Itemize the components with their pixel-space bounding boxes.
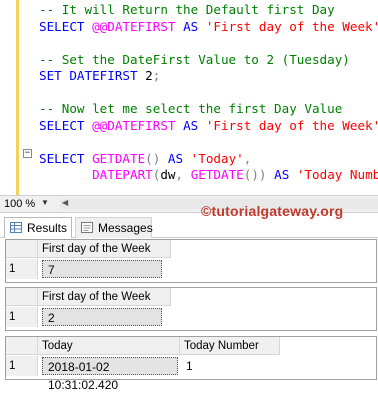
code-line[interactable]: -- Now let me select the first Day Value [39,101,378,118]
row-number[interactable]: 1 [6,259,38,279]
code-token: () [145,150,168,166]
row-number[interactable]: 1 [6,356,38,376]
code-line[interactable]: SELECT @@DATEFIRST AS 'First day of the … [39,118,378,135]
sql-editor[interactable]: − -- It will Return the Default first Da… [0,0,378,195]
change-indicator-bar [16,0,19,195]
code-line[interactable] [39,134,378,151]
code-token: ; [152,68,161,83]
code-token: 'First day of the Week' [205,18,378,34]
code-token: 'Today Number' [296,167,378,182]
code-token: SELECT [39,150,93,166]
code-token: 'First day of the Week' [205,117,378,133]
code-token: -- Now let me select the first Day Value [39,101,343,116]
result-grid-3: Today Today Number 1 2018-01-02 10:31:02… [5,336,377,392]
code-token: SELECT [39,117,93,133]
code-token: 'Today' [190,150,244,166]
code-token: AS [175,18,206,34]
grid-corner [6,240,38,258]
code-token: AS [167,150,191,166]
column-header[interactable]: First day of the Week [38,240,171,258]
code-line[interactable]: DATEPART(dw, GETDATE()) AS 'Today Number… [39,167,378,184]
results-pane: First day of the Week 1 7 First day of t… [0,238,378,392]
column-header[interactable]: Today [38,337,180,355]
code-token: , [243,150,252,166]
code-token: dw [160,167,176,182]
code-token: @@DATEFIRST [92,18,176,34]
code-token: SET DATEFIRST [39,68,146,83]
code-token: GETDATE [92,150,146,166]
code-line[interactable] [39,85,378,102]
collapse-outline-icon[interactable]: − [23,149,32,158]
grid-icon [10,222,22,233]
grid-cell[interactable]: 7 [42,260,162,278]
result-grid-1: First day of the Week 1 7 [5,239,377,283]
code-line[interactable]: SELECT GETDATE() AS 'Today', [39,151,378,168]
row-number[interactable]: 1 [6,307,38,327]
code-line[interactable]: -- It will Return the Default first Day [39,2,378,19]
grid-corner [6,288,38,306]
code-token: AS [274,167,297,182]
code-token: 2 [145,68,153,83]
code-token: GETDATE [190,167,244,182]
code-token: DATEPART [92,167,153,182]
code-line[interactable]: SELECT @@DATEFIRST AS 'First day of the … [39,19,378,36]
code-text[interactable]: -- It will Return the Default first Day S… [39,2,378,184]
tab-messages[interactable]: Messages [75,217,153,238]
result-grid-2: First day of the Week 1 2 [5,287,377,331]
tab-messages-label: Messages [98,221,153,235]
code-token: @@DATEFIRST [92,117,176,133]
message-icon [81,222,93,233]
code-token: SELECT [39,18,93,34]
code-token: -- Set the DateFirst Value to 2 (Tuesday… [39,51,350,67]
column-header[interactable]: Today Number [180,337,280,355]
code-token: ()) [243,167,275,182]
grid-cell[interactable]: 1 [181,357,271,375]
code-line[interactable]: -- Set the DateFirst Value to 2 (Tuesday… [39,52,378,69]
code-line[interactable]: SET DATEFIRST 2; [39,68,378,85]
grid-cell[interactable]: 2018-01-02 10:31:02.420 [42,357,178,392]
tab-results[interactable]: Results [4,217,72,238]
chevron-down-icon[interactable]: ▼ [41,198,49,207]
scroll-left-icon[interactable]: ◀ [62,198,68,207]
tab-results-label: Results [27,221,68,235]
grid-cell[interactable]: 2 [42,308,162,326]
watermark-text: ©tutorialgateway.org [201,203,344,219]
code-line[interactable] [39,35,378,52]
code-token: , [175,167,191,182]
grid-corner [6,337,38,355]
code-token: AS [175,117,206,133]
column-header[interactable]: First day of the Week [38,288,171,306]
code-token: -- It will Return the Default first Day [39,2,335,17]
